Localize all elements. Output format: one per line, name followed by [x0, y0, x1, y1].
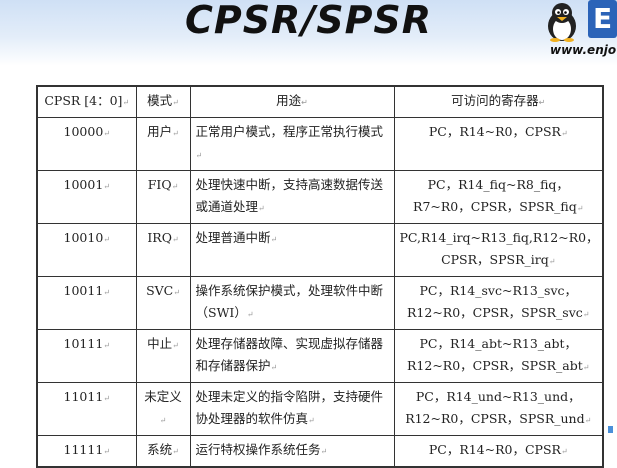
cell-cpsr: 10010↵ — [36, 223, 137, 277]
cell-use: 处理未定义的指令陷阱，支持硬件协处理器的软件仿真↵ — [189, 382, 395, 436]
table-row: 10000↵ 用户↵ 正常用户模式，程序正常执行模式↵ PC，R14~R0，CP… — [36, 117, 604, 171]
site-url: www.enjo — [550, 43, 617, 57]
cell-use: 操作系统保护模式，处理软件中断（SWI）↵ — [189, 276, 395, 330]
table-row: 11111↵ 系统↵ 运行特权操作系统任务↵ PC，R14~R0，CPSR↵ — [36, 435, 604, 468]
cell-mode: IRQ↵ — [135, 223, 191, 277]
cell-registers: PC，R14_svc~R13_svc，R12~R0，CPSR，SPSR_svc↵ — [393, 276, 604, 330]
corner-marker — [608, 426, 613, 433]
table-row: 10011↵ SVC↵ 操作系统保护模式，处理软件中断（SWI）↵ PC，R14… — [36, 276, 604, 330]
cell-registers: PC,R14_irq~R13_fiq,R12~R0，CPSR，SPSR_irq↵ — [393, 223, 604, 277]
cell-use: 处理普通中断↵ — [189, 223, 395, 277]
cell-cpsr: 10011↵ — [36, 276, 137, 330]
cell-mode: SVC↵ — [135, 276, 191, 330]
cell-mode: FIQ↵ — [135, 170, 191, 224]
header-mode: 模式↵ — [135, 85, 191, 118]
cpsr-mode-table: CPSR [4：0]↵ 模式↵ 用途↵ 可访问的寄存器↵ 10000↵ 用户↵ … — [36, 85, 604, 468]
cell-registers: PC，R14_fiq~R8_fiq，R7~R0，CPSR，SPSR_fiq↵ — [393, 170, 604, 224]
site-logo: E — [588, 0, 617, 38]
cell-cpsr: 11111↵ — [36, 435, 137, 468]
cell-mode: 用户↵ — [135, 117, 191, 171]
cell-registers: PC，R14~R0，CPSR↵ — [393, 117, 604, 171]
cell-mode: 未定义↵ — [135, 382, 191, 436]
table-row: 10010↵ IRQ↵ 处理普通中断↵ PC,R14_irq~R13_fiq,R… — [36, 223, 604, 277]
table-row: 10111↵ 中止↵ 处理存储器故障、实现虚拟存储器和存储器保护↵ PC，R14… — [36, 329, 604, 383]
table-header-row: CPSR [4：0]↵ 模式↵ 用途↵ 可访问的寄存器↵ — [36, 85, 604, 118]
cell-cpsr: 10001↵ — [36, 170, 137, 224]
header-use: 用途↵ — [189, 85, 395, 118]
cell-use: 正常用户模式，程序正常执行模式↵ — [189, 117, 395, 171]
cell-registers: PC，R14~R0，CPSR↵ — [393, 435, 604, 468]
table-row: 10001↵ FIQ↵ 处理快速中断，支持高速数据传送或通道处理↵ PC，R14… — [36, 170, 604, 224]
table-row: 11011↵ 未定义↵ 处理未定义的指令陷阱，支持硬件协处理器的软件仿真↵ PC… — [36, 382, 604, 436]
cell-registers: PC，R14_abt~R13_abt，R12~R0，CPSR，SPSR_abt↵ — [393, 329, 604, 383]
slide-title: CPSR/SPSR — [184, 0, 433, 42]
cell-mode: 系统↵ — [135, 435, 191, 468]
cell-use: 处理快速中断，支持高速数据传送或通道处理↵ — [189, 170, 395, 224]
cell-registers: PC，R14_und~R13_und，R12~R0，CPSR，SPSR_und↵ — [393, 382, 604, 436]
cell-cpsr: 11011↵ — [36, 382, 137, 436]
logo-letter: E — [593, 2, 613, 35]
cell-use: 处理存储器故障、实现虚拟存储器和存储器保护↵ — [189, 329, 395, 383]
cell-use: 运行特权操作系统任务↵ — [189, 435, 395, 468]
penguin-mascot-icon — [548, 3, 576, 42]
header-cpsr: CPSR [4：0]↵ — [36, 85, 137, 118]
cell-cpsr: 10111↵ — [36, 329, 137, 383]
cell-mode: 中止↵ — [135, 329, 191, 383]
cell-cpsr: 10000↵ — [36, 117, 137, 171]
header-registers: 可访问的寄存器↵ — [393, 85, 604, 118]
